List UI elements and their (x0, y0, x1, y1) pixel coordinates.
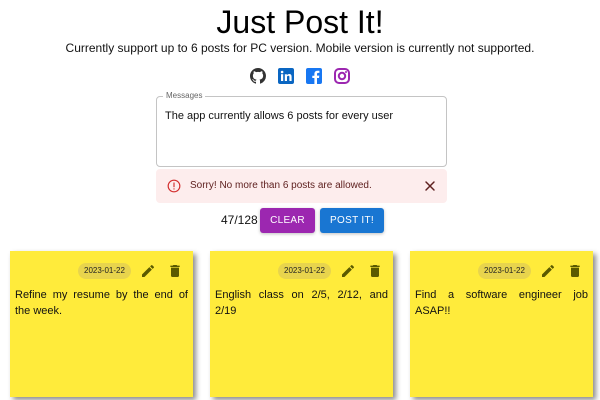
sticky-note: 2023-01-22 Find a software engineer job … (410, 251, 593, 397)
facebook-icon[interactable] (306, 68, 322, 84)
github-icon[interactable] (250, 68, 266, 84)
edit-icon[interactable] (340, 263, 356, 279)
note-text: English class on 2/5, 2/12, and 2/19 (215, 289, 388, 317)
linkedin-icon[interactable] (278, 68, 294, 84)
edit-icon[interactable] (540, 263, 556, 279)
alert-message: Sorry! No more than 6 posts are allowed. (190, 180, 372, 191)
note-date: 2023-01-22 (478, 263, 531, 279)
message-textarea[interactable] (156, 96, 447, 167)
instagram-icon[interactable] (334, 68, 350, 84)
sticky-note: 2023-01-22 Refine my resume by the end o… (10, 251, 193, 397)
error-outline-icon (167, 179, 181, 193)
message-label: Messages (163, 91, 206, 101)
delete-icon[interactable] (567, 263, 583, 279)
delete-icon[interactable] (167, 263, 183, 279)
note-text: Refine my resume by the end of the week. (15, 289, 188, 317)
clear-button[interactable]: CLEAR (260, 208, 315, 233)
sticky-note: 2023-01-22 English class on 2/5, 2/12, a… (210, 251, 393, 397)
social-links (0, 68, 600, 84)
app-subtitle: Currently support up to 6 posts for PC v… (65, 41, 535, 55)
char-counter: 47/128 (221, 213, 258, 227)
app-title: Just Post It! (216, 4, 384, 40)
edit-icon[interactable] (140, 263, 156, 279)
note-text: Find a software engineer job ASAP!! (415, 289, 588, 317)
close-icon[interactable] (422, 178, 438, 194)
note-date: 2023-01-22 (278, 263, 331, 279)
message-value[interactable]: The app currently allows 6 posts for eve… (165, 110, 441, 123)
post-button[interactable]: POST IT! (320, 208, 384, 233)
note-date: 2023-01-22 (78, 263, 131, 279)
delete-icon[interactable] (367, 263, 383, 279)
error-alert: Sorry! No more than 6 posts are allowed. (156, 169, 447, 203)
